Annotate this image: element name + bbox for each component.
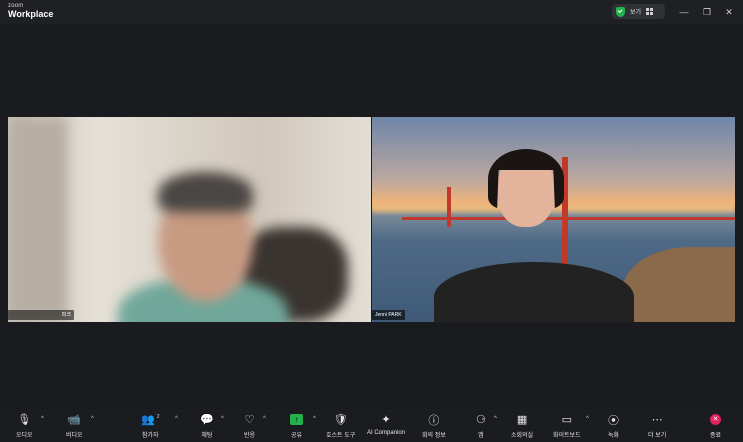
person-shirt: [434, 262, 634, 322]
view-button[interactable]: 보기: [612, 4, 665, 19]
video-button[interactable]: 📹 비디오: [66, 412, 83, 439]
ai-companion-label: AI Companion: [367, 430, 406, 436]
background-blur: [8, 117, 68, 322]
app-logo: zoom Workplace: [8, 3, 53, 19]
ai-companion-button[interactable]: ✦ AI Companion: [367, 412, 405, 436]
bridge-tower-far: [447, 187, 451, 227]
whiteboard-button[interactable]: ▭ 화이트보드: [553, 412, 581, 439]
shield-icon: 🛡: [333, 414, 348, 426]
host-tools-label: 호스트 도구: [326, 433, 356, 439]
record-icon: ⦿: [608, 414, 620, 427]
meeting-toolbar: 🎙 오디오 ^ 📹 비디오 ^ 👥 2 참가자 ^ 💬 채팅 ^ ♡ 반응 ^ ↑…: [0, 409, 743, 442]
reactions-label: 반응: [244, 433, 256, 439]
share-arrow-icon: ↑: [290, 414, 303, 425]
info-icon: ⓘ: [428, 414, 440, 427]
more-label: 더 보기: [648, 433, 667, 439]
chat-label: 채팅: [201, 433, 213, 439]
apps-options-caret-icon[interactable]: ^: [494, 416, 497, 422]
chat-icon: 💬: [200, 414, 214, 426]
participant-name: Jenni PARK: [375, 312, 402, 318]
share-button[interactable]: ↑ 공유: [290, 412, 303, 439]
sunset-glow: [372, 205, 735, 211]
video-tile-right[interactable]: Jenni PARK: [372, 117, 735, 322]
meeting-info-label: 회의 정보: [422, 433, 446, 439]
grid-view-icon: [646, 8, 654, 15]
reactions-button[interactable]: ♡ 반응: [244, 412, 255, 439]
whiteboard-label: 화이트보드: [553, 433, 581, 439]
security-shield-icon[interactable]: [616, 6, 625, 17]
whiteboard-options-caret-icon[interactable]: ^: [586, 416, 589, 422]
person-hair: [158, 172, 253, 212]
host-tools-button[interactable]: 🛡 호스트 도구: [326, 412, 355, 439]
close-button[interactable]: ✕: [722, 5, 736, 19]
share-options-caret-icon[interactable]: ^: [313, 416, 316, 422]
participants-options-caret-icon[interactable]: ^: [175, 416, 178, 422]
audio-options-caret-icon[interactable]: ^: [41, 416, 44, 422]
participants-count: 2: [156, 413, 160, 420]
whiteboard-icon: ▭: [561, 414, 572, 426]
end-label: 종료: [710, 433, 722, 439]
restore-button[interactable]: ❐: [700, 5, 714, 19]
participants-button[interactable]: 👥 2 참가자: [141, 412, 160, 440]
participants-label: 참가자: [141, 433, 159, 439]
chat-options-caret-icon[interactable]: ^: [221, 416, 224, 422]
video-label: 비디오: [66, 433, 83, 439]
audio-button[interactable]: 🎙 오디오: [16, 412, 33, 439]
participant-name-tag: Jenni PARK: [372, 310, 405, 320]
participants-icon: 👥 2: [141, 413, 160, 427]
sparkle-icon: ✦: [381, 414, 391, 426]
apps-button[interactable]: ⚆ 앱: [476, 412, 486, 439]
apps-icon: ⚆: [476, 414, 486, 426]
participant-name-tag: 피크: [8, 310, 74, 320]
heart-icon: ♡: [244, 414, 255, 426]
breakout-rooms-label: 소회의실: [511, 433, 534, 439]
reactions-options-caret-icon[interactable]: ^: [263, 416, 266, 422]
participant-name: 피크: [61, 312, 71, 318]
apps-label: 앱: [478, 433, 484, 439]
microphone-icon: 🎙: [17, 414, 32, 426]
record-button[interactable]: ⦿ 녹화: [608, 412, 620, 440]
view-label: 보기: [630, 10, 642, 16]
more-button[interactable]: ⋯ 더 보기: [648, 412, 666, 439]
breakout-rooms-button[interactable]: ▦ 소회의실: [511, 412, 533, 439]
end-x-icon: ✕: [710, 414, 722, 425]
share-label: 공유: [290, 433, 303, 439]
cliff-shape: [622, 247, 735, 322]
title-bar: zoom Workplace 보기 — ❐ ✕: [0, 0, 743, 24]
breakout-rooms-icon: ▦: [516, 414, 528, 426]
video-options-caret-icon[interactable]: ^: [91, 416, 94, 422]
bridge-deck: [402, 217, 735, 220]
audio-label: 오디오: [16, 433, 33, 439]
meeting-info-button[interactable]: ⓘ 회의 정보: [422, 412, 446, 440]
camera-icon: 📹: [67, 414, 82, 426]
minimize-button[interactable]: —: [677, 5, 691, 19]
more-dots-icon: ⋯: [651, 414, 663, 426]
record-label: 녹화: [608, 433, 620, 439]
chat-button[interactable]: 💬 채팅: [200, 412, 214, 439]
video-tile-left[interactable]: 피크: [8, 117, 371, 322]
brand-large: Workplace: [8, 9, 54, 19]
end-meeting-button[interactable]: ✕ 종료: [710, 412, 721, 439]
